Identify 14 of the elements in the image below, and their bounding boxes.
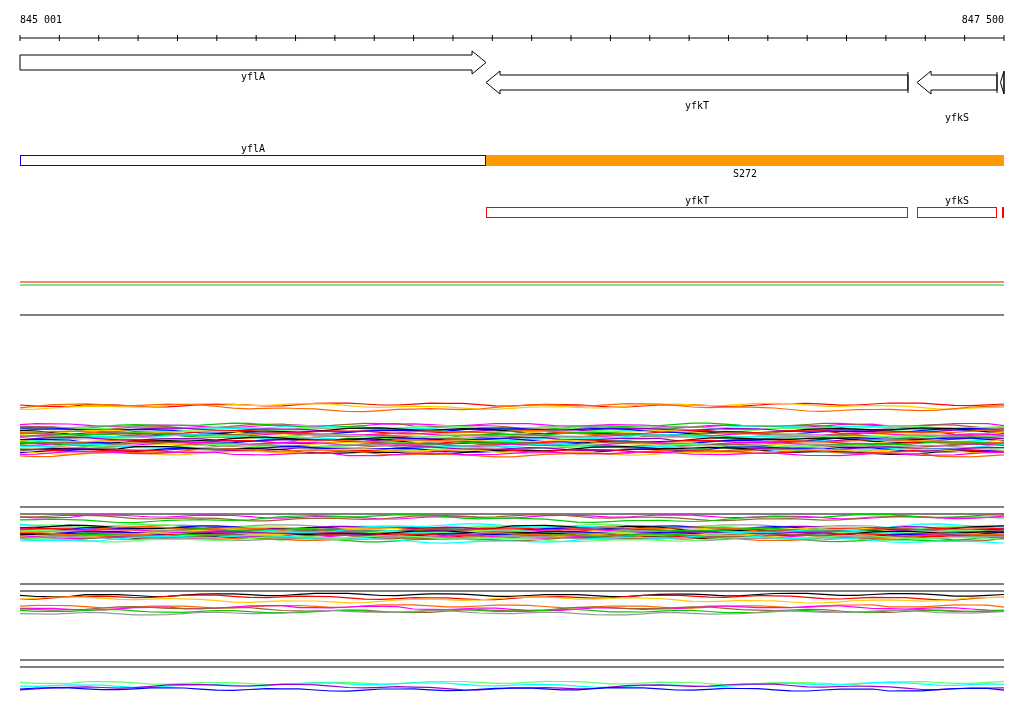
feature-label: yflA (240, 143, 266, 154)
coordinate-label: 845 001 (20, 14, 63, 25)
gene-label: yfkT (684, 100, 710, 111)
feature-label: yfkT (684, 195, 710, 206)
feature-box[interactable] (20, 155, 486, 166)
gene-label: yflA (240, 71, 266, 82)
gene-arrow[interactable] (999, 70, 1005, 95)
feature-label: S272 (732, 168, 758, 179)
gene-arrow[interactable] (916, 70, 998, 95)
feature-box[interactable] (486, 207, 908, 218)
feature-box[interactable] (917, 207, 997, 218)
gene-label: yfkS (944, 112, 970, 123)
coordinate-label: 847 500 (961, 14, 1004, 25)
feature-label: yfkS (944, 195, 970, 206)
